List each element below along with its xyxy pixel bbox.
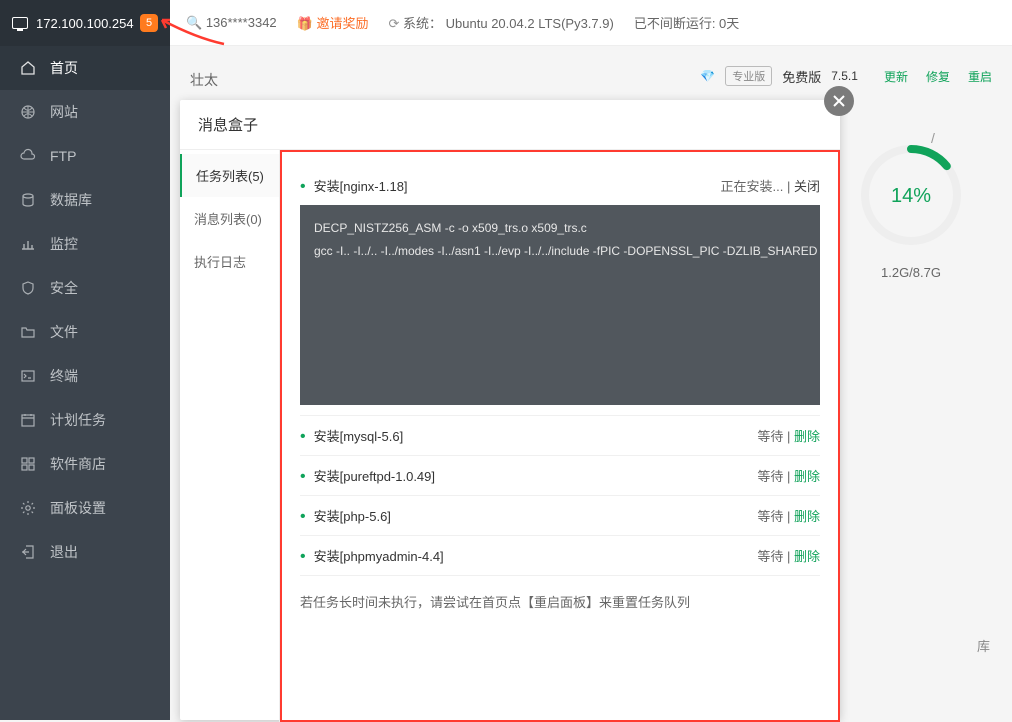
task-delete-link[interactable]: 删除	[794, 469, 820, 484]
diamond-icon: 💎	[700, 69, 715, 83]
gauge-text: 1.2G/8.7G	[856, 265, 966, 280]
topbar: 🔍 136****3342 🎁 邀请奖励 ⟳ 系统： Ubuntu 20.04.…	[170, 0, 1012, 46]
task-status: 等待 | 删除	[757, 466, 820, 485]
task-close-link[interactable]: 关闭	[794, 179, 820, 194]
grid-icon	[20, 456, 36, 472]
task-delete-link[interactable]: 删除	[794, 549, 820, 564]
sidebar-item-label: 软件商店	[50, 454, 106, 474]
tab-message-list[interactable]: 消息列表(0)	[180, 197, 279, 240]
task-status: 等待 | 删除	[757, 546, 820, 565]
task-name: 安装[nginx-1.18]	[300, 176, 408, 195]
update-link[interactable]: 更新	[884, 68, 908, 85]
sidebar-item-label: 退出	[50, 542, 78, 562]
gauge-svg: 14%	[856, 140, 966, 250]
disk-gauge: 14% 1.2G/8.7G	[856, 140, 966, 280]
search-icon: 🔍	[186, 15, 202, 31]
task-hint: 若任务长时间未执行，请尝试在首页点【重启面板】来重置任务队列	[300, 576, 820, 611]
home-icon	[20, 60, 36, 76]
restart-link[interactable]: 重启	[968, 68, 992, 85]
task-row: 安装[mysql-5.6] 等待 | 删除	[300, 416, 820, 456]
task-row: 安装[php-5.6] 等待 | 删除	[300, 496, 820, 536]
sidebar-item-files[interactable]: 文件	[0, 310, 170, 354]
sidebar-item-cron[interactable]: 计划任务	[0, 398, 170, 442]
task-name: 安装[mysql-5.6]	[300, 426, 403, 445]
version-text: 7.5.1	[831, 69, 858, 83]
sidebar-item-label: 数据库	[50, 190, 92, 210]
free-label: 免费版	[782, 67, 821, 86]
task-panel: 安装[nginx-1.18] 正在安装... | 关闭 DECP_NISTZ25…	[280, 150, 840, 722]
sidebar-item-security[interactable]: 安全	[0, 266, 170, 310]
sidebar-item-website[interactable]: 网站	[0, 90, 170, 134]
sidebar-item-monitor[interactable]: 监控	[0, 222, 170, 266]
gauge-percent: 14%	[891, 185, 931, 207]
gift-icon: 🎁	[297, 16, 313, 32]
sidebar-header: 172.100.100.254 5	[0, 0, 170, 46]
close-icon	[832, 94, 846, 108]
task-row: 安装[phpmyadmin-4.4] 等待 | 删除	[300, 536, 820, 576]
cloud-icon	[20, 148, 36, 164]
calendar-icon	[20, 412, 36, 428]
modal-body: 任务列表(5) 消息列表(0) 执行日志 安装[nginx-1.18] 正在安装…	[180, 150, 840, 722]
sidebar-item-settings[interactable]: 面板设置	[0, 486, 170, 530]
tab-task-list[interactable]: 任务列表(5)	[180, 154, 279, 197]
globe-icon	[20, 104, 36, 120]
uptime-info: 已不间断运行: 0天	[634, 13, 739, 32]
task-name: 安装[phpmyadmin-4.4]	[300, 546, 444, 565]
tab-exec-log[interactable]: 执行日志	[180, 240, 279, 283]
invite-link[interactable]: 🎁 邀请奖励	[297, 13, 369, 32]
chart-icon	[20, 236, 36, 252]
sidebar-item-label: 计划任务	[50, 410, 106, 430]
sidebar: 172.100.100.254 5 首页 网站 FTP 数据库 监控 安全 文件…	[0, 0, 170, 720]
task-status: 正在安装... | 关闭	[721, 176, 820, 195]
notification-badge[interactable]: 5	[140, 14, 158, 32]
task-name: 安装[pureftpd-1.0.49]	[300, 466, 435, 485]
sidebar-item-store[interactable]: 软件商店	[0, 442, 170, 486]
sidebar-item-label: 监控	[50, 234, 78, 254]
sidebar-item-label: FTP	[50, 148, 76, 164]
repair-link[interactable]: 修复	[926, 68, 950, 85]
sidebar-item-home[interactable]: 首页	[0, 46, 170, 90]
background-label: 库	[977, 636, 990, 655]
sidebar-item-label: 首页	[50, 58, 78, 78]
sidebar-item-terminal[interactable]: 终端	[0, 354, 170, 398]
system-info: ⟳ 系统： Ubuntu 20.04.2 LTS(Py3.7.9)	[389, 13, 614, 32]
panel-ip: 172.100.100.254	[36, 16, 134, 31]
sidebar-item-label: 终端	[50, 366, 78, 386]
sidebar-item-database[interactable]: 数据库	[0, 178, 170, 222]
task-delete-link[interactable]: 删除	[794, 429, 820, 444]
sidebar-item-label: 面板设置	[50, 498, 106, 518]
shield-icon	[20, 280, 36, 296]
sidebar-item-label: 文件	[50, 322, 78, 342]
task-row: 安装[pureftpd-1.0.49] 等待 | 删除	[300, 456, 820, 496]
task-name: 安装[php-5.6]	[300, 506, 391, 525]
database-icon	[20, 192, 36, 208]
sidebar-item-logout[interactable]: 退出	[0, 530, 170, 574]
task-status: 等待 | 删除	[757, 506, 820, 525]
folder-icon	[20, 324, 36, 340]
sidebar-item-label: 网站	[50, 102, 78, 122]
user-label: 🔍 136****3342	[186, 15, 277, 31]
task-delete-link[interactable]: 删除	[794, 509, 820, 524]
message-box-modal: 消息盒子 任务列表(5) 消息列表(0) 执行日志 安装[nginx-1.18]…	[180, 100, 840, 720]
modal-tabs: 任务列表(5) 消息列表(0) 执行日志	[180, 150, 280, 722]
sidebar-item-ftp[interactable]: FTP	[0, 134, 170, 178]
refresh-icon[interactable]: ⟳	[389, 16, 400, 32]
task-status: 等待 | 删除	[757, 426, 820, 445]
task-row: 安装[nginx-1.18] 正在安装... | 关闭 DECP_NISTZ25…	[300, 166, 820, 416]
modal-title: 消息盒子	[198, 114, 258, 135]
logout-icon	[20, 544, 36, 560]
sidebar-item-label: 安全	[50, 278, 78, 298]
terminal-icon	[20, 368, 36, 384]
modal-header: 消息盒子	[180, 100, 840, 150]
monitor-icon	[12, 17, 28, 29]
task-console[interactable]: DECP_NISTZ256_ASM -c -o x509_trs.o x509_…	[300, 205, 820, 405]
page-top-bar: 💎 专业版 免费版 7.5.1 更新 修复 重启	[190, 66, 992, 86]
gear-icon	[20, 500, 36, 516]
modal-close-button[interactable]	[824, 86, 854, 116]
pro-badge[interactable]: 专业版	[725, 66, 772, 86]
